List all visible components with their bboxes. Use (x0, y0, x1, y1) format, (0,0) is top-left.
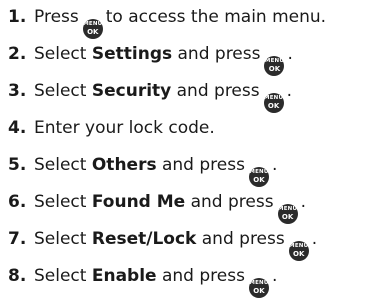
step-text-end: and press (177, 44, 261, 64)
step-number: 5. (8, 155, 27, 175)
step-number: 1. (8, 7, 27, 27)
step-text: Select Others and press MENU OK. (34, 154, 277, 187)
menu-ok-key-icon: MENU OK (248, 166, 269, 187)
step-period: . (287, 44, 293, 64)
menu-option-label: Settings (91, 44, 173, 64)
menu-ok-key-icon: MENU OK (263, 92, 284, 113)
menu-ok-key-icon: MENU OK (277, 203, 298, 224)
menu-ok-key-icon: MENU OK (82, 18, 103, 39)
step-period: . (286, 81, 293, 101)
instruction-list: 1. Press MENU OK to access the main menu. 2… (8, 4, 364, 300)
step-number: 7. (8, 229, 27, 249)
step-number: 6. (8, 192, 27, 212)
step-text-end: and press (161, 266, 245, 286)
step-text-start: Select (34, 81, 87, 101)
step-6: 6. Select Found Me and press MENU OK. (8, 189, 364, 226)
step-text: Select Security and press MENU OK. (34, 80, 292, 113)
step-text: Select Enable and press MENU OK. (34, 265, 277, 298)
step-text-start: Select (34, 266, 87, 286)
step-text: Select Settings and press MENU OK. (34, 43, 293, 76)
step-period: . (271, 155, 278, 175)
step-text-start: Select (34, 192, 87, 212)
step-3: 3. Select Security and press MENU OK. (8, 78, 364, 115)
step-5: 5. Select Others and press MENU OK. (8, 152, 364, 189)
menu-option-label: Security (91, 81, 172, 101)
step-number: 3. (8, 81, 27, 101)
menu-ok-key-icon: MENU OK (288, 240, 309, 261)
step-text: Enter your lock code. (34, 118, 215, 138)
step-4: 4. Enter your lock code. (8, 115, 364, 152)
step-1: 1. Press MENU OK to access the main menu. (8, 4, 364, 41)
menu-ok-key-icon: MENU OK (248, 277, 269, 298)
menu-option-label: Reset/Lock (91, 229, 197, 249)
step-number: 2. (8, 44, 27, 64)
step-text-end: and press (201, 229, 285, 249)
step-number: 8. (8, 266, 27, 286)
step-text-end: and press (176, 81, 260, 101)
step-text-start: Press (34, 7, 79, 27)
menu-ok-key-icon: MENU OK (264, 55, 285, 76)
step-text-start: Select (34, 155, 87, 175)
menu-option-label: Found Me (91, 192, 186, 212)
step-text-end: to access the main menu. (105, 7, 327, 27)
step-text: Press MENU OK to access the main menu. (34, 6, 326, 39)
step-text: Select Reset/Lock and press MENU OK. (34, 228, 317, 261)
step-text-start: Select (34, 44, 87, 64)
step-8: 8. Select Enable and press MENU OK. (8, 263, 364, 300)
step-period: . (300, 192, 306, 212)
step-text-end: and press (161, 155, 245, 175)
step-2: 2. Select Settings and press MENU OK. (8, 41, 364, 78)
menu-option-label: Enable (91, 266, 157, 286)
menu-option-label: Others (91, 155, 157, 175)
step-text-end: and press (190, 192, 274, 212)
step-period: . (271, 266, 278, 286)
step-text-start: Select (34, 229, 87, 249)
step-number: 4. (8, 118, 27, 138)
step-period: . (311, 229, 318, 249)
step-text: Select Found Me and press MENU OK. (34, 191, 306, 224)
step-7: 7. Select Reset/Lock and press MENU OK. (8, 226, 364, 263)
